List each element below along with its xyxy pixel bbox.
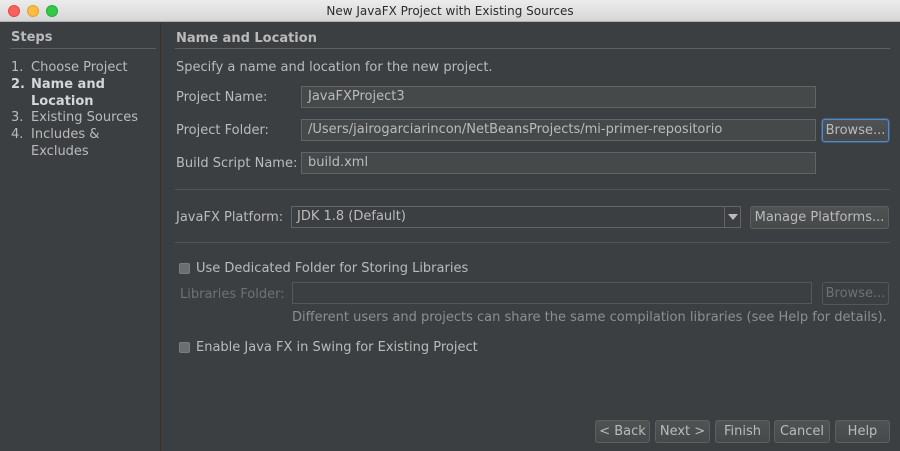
step-label: Choose Project xyxy=(31,60,128,75)
step-number: 3. xyxy=(11,110,24,125)
build-script-label: Build Script Name: xyxy=(176,156,298,171)
step-number: 2. xyxy=(11,77,25,92)
back-button[interactable]: < Back xyxy=(595,420,650,443)
section-divider xyxy=(175,48,890,49)
finish-button[interactable]: Finish xyxy=(715,420,770,443)
step-number: 4. xyxy=(11,127,24,142)
manage-platforms-button[interactable]: Manage Platforms... xyxy=(750,206,889,229)
step-number: 1. xyxy=(11,60,24,75)
project-name-label: Project Name: xyxy=(176,90,268,105)
separator xyxy=(175,242,890,243)
dialog-window: New JavaFX Project with Existing Sources… xyxy=(0,0,900,451)
build-script-input[interactable]: build.xml xyxy=(301,152,816,174)
project-folder-input[interactable]: /Users/jairogarciarincon/NetBeansProject… xyxy=(301,119,816,141)
step-label: Name and Location xyxy=(31,77,105,109)
step-includes-excludes: 4. Includes & Excludes xyxy=(11,126,121,160)
step-name-and-location: 2. Name and Location xyxy=(11,76,111,110)
swing-checkbox[interactable] xyxy=(179,342,190,353)
dedicated-folder-label[interactable]: Use Dedicated Folder for Storing Librari… xyxy=(196,261,468,276)
libraries-folder-label: Libraries Folder: xyxy=(180,287,285,302)
javafx-platform-label: JavaFX Platform: xyxy=(176,210,284,225)
next-button[interactable]: Next > xyxy=(655,420,710,443)
cancel-button[interactable]: Cancel xyxy=(774,420,830,443)
libraries-hint: Different users and projects can share t… xyxy=(292,310,887,325)
steps-divider xyxy=(10,48,156,49)
window-title: New JavaFX Project with Existing Sources xyxy=(326,4,574,18)
step-label: Includes & Excludes xyxy=(31,127,100,159)
intro-text: Specify a name and location for the new … xyxy=(176,60,493,75)
step-existing-sources: 3. Existing Sources xyxy=(11,109,149,126)
dedicated-folder-checkbox[interactable] xyxy=(179,263,190,274)
step-label: Existing Sources xyxy=(31,110,139,125)
steps-panel: Steps 1. Choose Project 2. Name and Locati… xyxy=(0,23,161,451)
project-folder-label: Project Folder: xyxy=(176,123,269,138)
libraries-folder-browse-button[interactable]: Browse... xyxy=(822,282,889,305)
separator xyxy=(175,189,890,190)
javafx-platform-select[interactable]: JDK 1.8 (Default) xyxy=(291,206,741,228)
steps-title: Steps xyxy=(11,30,53,45)
help-button[interactable]: Help xyxy=(835,420,890,443)
section-title: Name and Location xyxy=(176,31,317,46)
title-bar: New JavaFX Project with Existing Sources xyxy=(0,0,900,22)
step-choose-project: 1. Choose Project xyxy=(11,59,149,76)
project-folder-browse-button[interactable]: Browse... xyxy=(822,119,889,142)
javafx-platform-value: JDK 1.8 (Default) xyxy=(297,209,406,224)
swing-label[interactable]: Enable Java FX in Swing for Existing Pro… xyxy=(196,340,478,355)
libraries-folder-input[interactable] xyxy=(292,282,812,304)
project-name-input[interactable]: JavaFXProject3 xyxy=(301,86,816,108)
chevron-down-icon[interactable] xyxy=(724,207,740,227)
